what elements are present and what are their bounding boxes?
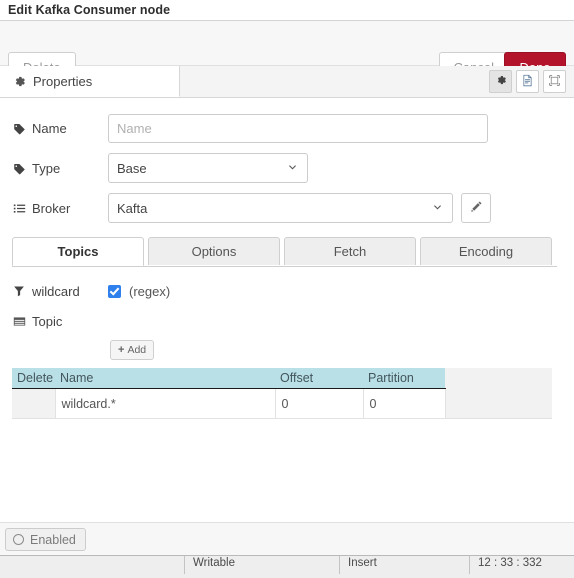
section-icon-buttons [489,70,566,93]
wildcard-regex-note: (regex) [129,283,171,299]
pencil-icon [470,200,483,216]
type-label-text: Type [32,160,61,176]
tab-options[interactable]: Options [148,237,280,265]
circle-icon [13,534,24,545]
chevron-down-icon [287,161,298,176]
type-label: Type [12,161,108,176]
plus-icon: + [118,344,125,356]
type-select[interactable]: Base [108,153,308,183]
appearance-icon [548,74,561,90]
topics-table-header-row: Delete Name Offset Partition [12,368,552,389]
broker-select[interactable]: Kafta [108,193,453,223]
wildcard-row: wildcard (regex) [0,276,574,306]
dialog-title: Edit Kafka Consumer node [0,0,574,21]
cell-delete[interactable] [12,388,56,419]
topic-row: Topic [0,306,574,336]
tab-properties[interactable]: Properties [0,66,180,97]
col-tail [445,368,552,389]
filter-icon [12,285,26,297]
name-input[interactable] [108,113,488,143]
edit-kafka-consumer-dialog: Edit Kafka Consumer node Delete Cancel D… [0,0,574,578]
wildcard-label: wildcard [12,284,108,299]
name-label: Name [12,121,108,136]
list-icon [12,202,26,215]
wildcard-regex-checkbox[interactable] [108,284,121,298]
topic-label: Topic [12,314,108,329]
status-position: 12 : 33 : 332 [478,557,542,569]
topics-table-body: wildcard.* 0 0 [12,388,552,419]
broker-select-value: Kafta [117,200,148,216]
add-topic-row: + Add [0,336,574,360]
topic-label-text: Topic [32,313,63,329]
add-topic-button[interactable]: + Add [110,340,155,360]
cell-tail [445,388,552,419]
dialog-action-toolbar: Delete Cancel Done [0,21,574,82]
cell-offset[interactable]: 0 [275,388,364,419]
col-name: Name [55,368,275,389]
status-writable: Writable [185,556,340,574]
add-topic-label: Add [127,344,147,356]
table-icon [12,315,26,328]
tag-icon [12,122,26,135]
enabled-toggle-label: Enabled [30,532,76,547]
tab-properties-label: Properties [33,73,93,89]
cell-name[interactable]: wildcard.* [55,388,276,419]
description-icon [521,74,534,90]
tab-topics[interactable]: Topics [12,237,144,266]
broker-row: Broker Kafta [0,188,574,228]
type-select-value: Base [117,160,147,176]
gear-icon-button[interactable] [489,70,512,93]
chevron-down-icon [432,201,443,216]
tag-icon [12,162,26,175]
name-row: Name [0,108,574,148]
status-spacer [0,556,185,574]
topics-pane: wildcard (regex) Topic + Add Delete Name… [0,267,574,419]
background-status-bar: Writable Insert 12 : 33 : 332 [0,555,574,578]
broker-label: Broker [12,201,108,216]
section-tab-strip: Properties [0,66,574,98]
appearance-icon-button[interactable] [543,70,566,93]
broker-label-text: Broker [32,200,71,216]
status-insert: Insert [340,556,470,574]
gear-icon [495,74,507,89]
wildcard-label-text: wildcard [32,283,80,299]
topics-table: Delete Name Offset Partition wildcard.* … [12,368,552,419]
table-row[interactable]: wildcard.* 0 0 [12,388,552,419]
description-icon-button[interactable] [516,70,539,93]
type-row: Type Base [0,148,574,188]
tab-fetch[interactable]: Fetch [284,237,416,265]
col-partition: Partition [363,368,445,389]
tab-encoding[interactable]: Encoding [420,237,552,265]
dialog-footer: Enabled [0,522,574,556]
col-offset: Offset [275,368,363,389]
col-delete: Delete [12,368,55,389]
cell-partition[interactable]: 0 [363,388,446,419]
name-label-text: Name [32,120,67,136]
enabled-toggle[interactable]: Enabled [5,528,86,551]
edit-broker-button[interactable] [461,193,491,223]
properties-form: Name Type Base Bro [0,98,574,228]
topics-table-head: Delete Name Offset Partition [12,368,552,389]
gear-icon [13,75,26,88]
topics-tab-strip: Topics Options Fetch Encoding [12,237,557,267]
